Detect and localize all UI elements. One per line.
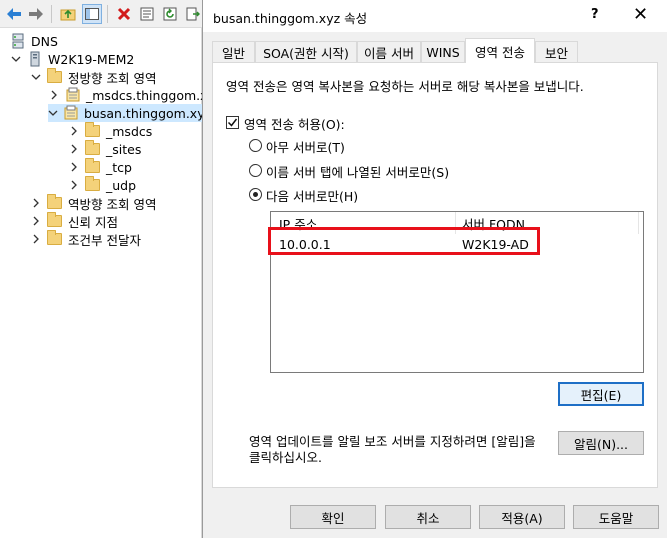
radio-name-server-tab-label: 이름 서버 탭에 나열된 서버로만(S) [266, 165, 450, 180]
chevron-right-icon[interactable] [68, 179, 80, 191]
zone-transfer-description: 영역 전송은 영역 복사본을 요청하는 서버로 해당 복사본을 보냅니다. [226, 79, 584, 94]
radio-following-servers-label: 다음 서버로만(H) [266, 189, 359, 204]
tree-label-sub-tcp: _tcp [106, 159, 132, 175]
chevron-right-icon[interactable] [68, 161, 80, 173]
chevron-right-icon[interactable] [30, 197, 42, 209]
mmc-toolbar [0, 0, 202, 28]
zone-properties-dialog: busan.thinggom.xyz 속성 ? ✕ 일반 SOA(권한 시작) … [202, 0, 667, 538]
notify-text-line2: 클릭하십시오. [249, 450, 322, 465]
dns-icon [10, 33, 26, 49]
tab-name-servers[interactable]: 이름 서버 [357, 41, 421, 62]
tree-label-sub-sites: _sites [106, 141, 142, 157]
chevron-right-icon[interactable] [68, 125, 80, 137]
zone-transfer-panel: 영역 전송은 영역 복사본을 요청하는 서버로 해당 복사본을 보냅니다. 영역… [212, 62, 658, 488]
folder-icon [47, 212, 63, 229]
dialog-title-bar: busan.thinggom.xyz 속성 ? ✕ [203, 0, 667, 32]
zone-icon [65, 87, 81, 103]
help-button[interactable]: ? [591, 7, 599, 22]
folder-icon [47, 230, 63, 247]
tree-label-reverse-zones: 역방향 조회 영역 [68, 196, 157, 212]
folder-icon [85, 158, 101, 175]
chevron-down-icon[interactable] [48, 107, 58, 119]
ok-button[interactable]: 확인 [290, 505, 376, 529]
tree-node-trust-points[interactable]: 신뢰 지점 [30, 212, 118, 230]
tree-label-zone-busan: busan.thinggom.xyz [84, 105, 212, 121]
tree-node-sub-sites[interactable]: _sites [68, 140, 141, 158]
tab-general[interactable]: 일반 [212, 41, 255, 62]
tree-node-dns[interactable]: DNS [10, 32, 58, 50]
notify-button[interactable]: 알림(N)... [558, 431, 644, 455]
folder-icon [47, 68, 63, 85]
dns-manager-tree-pane: DNS W2K19-MEM2 정방향 조회 영역 _msdcs.thinggom… [0, 0, 221, 538]
radio-following-servers[interactable] [249, 188, 262, 201]
folder-icon [47, 194, 63, 211]
edit-button[interactable]: 편집(E) [558, 382, 644, 406]
tree-node-server[interactable]: W2K19-MEM2 [10, 50, 134, 68]
folder-icon [85, 176, 101, 193]
radio-any-server[interactable] [249, 139, 262, 152]
allow-zone-transfer-checkbox[interactable] [226, 116, 239, 129]
close-button[interactable]: ✕ [633, 4, 648, 25]
server-icon [27, 51, 43, 67]
chevron-right-icon[interactable] [68, 143, 80, 155]
chevron-right-icon[interactable] [30, 233, 42, 245]
export-list-icon[interactable] [183, 4, 203, 24]
zone-icon [63, 105, 79, 121]
back-arrow-icon[interactable] [4, 4, 24, 24]
show-hide-console-tree-icon[interactable] [82, 4, 102, 24]
tree-label-dns: DNS [31, 33, 58, 49]
tree-node-zone-msdcs[interactable]: _msdcs.thinggom.xyz [48, 86, 221, 104]
tree-label-conditional-forwarders: 조건부 전달자 [68, 232, 141, 248]
help-footer-button[interactable]: 도움말 [573, 505, 659, 529]
allow-zone-transfer-label: 영역 전송 허용(O): [244, 117, 345, 132]
tree-node-sub-tcp[interactable]: _tcp [68, 158, 132, 176]
up-folder-icon[interactable] [58, 4, 78, 24]
apply-button[interactable]: 적용(A) [479, 505, 565, 529]
tree-node-conditional-forwarders[interactable]: 조건부 전달자 [30, 230, 141, 248]
chevron-right-icon[interactable] [48, 89, 60, 101]
cancel-button[interactable]: 취소 [385, 505, 471, 529]
tree-label-sub-udp: _udp [106, 177, 137, 193]
tab-soa[interactable]: SOA(권한 시작) [255, 41, 357, 62]
tree-label-sub-msdcs: _msdcs [106, 123, 153, 139]
tab-zone-transfers[interactable]: 영역 전송 [465, 38, 535, 63]
tab-wins[interactable]: WINS [421, 41, 465, 62]
folder-icon [85, 122, 101, 139]
tree-node-sub-msdcs[interactable]: _msdcs [68, 122, 152, 140]
tree-node-zone-busan[interactable]: busan.thinggom.xyz [48, 104, 211, 122]
radio-any-server-label: 아무 서버로(T) [266, 140, 345, 155]
refresh-icon[interactable] [160, 4, 180, 24]
properties-icon[interactable] [137, 4, 157, 24]
radio-name-server-tab[interactable] [249, 164, 262, 177]
folder-icon [85, 140, 101, 157]
chevron-down-icon[interactable] [10, 53, 22, 65]
tab-security[interactable]: 보안 [535, 41, 578, 62]
chevron-down-icon[interactable] [30, 71, 42, 83]
forward-arrow-icon[interactable] [26, 4, 46, 24]
delete-icon[interactable] [114, 4, 134, 24]
tree-node-forward-zones[interactable]: 정방향 조회 영역 [30, 68, 156, 86]
red-highlight-box [268, 227, 540, 255]
tree-label-trust-points: 신뢰 지점 [68, 214, 118, 230]
tree-label-server: W2K19-MEM2 [48, 51, 135, 67]
chevron-right-icon[interactable] [30, 215, 42, 227]
tree-node-reverse-zones[interactable]: 역방향 조회 영역 [30, 194, 156, 212]
tree-node-sub-udp[interactable]: _udp [68, 176, 136, 194]
dialog-title: busan.thinggom.xyz 속성 [213, 11, 368, 26]
tree-label-forward-zones: 정방향 조회 영역 [68, 70, 157, 86]
